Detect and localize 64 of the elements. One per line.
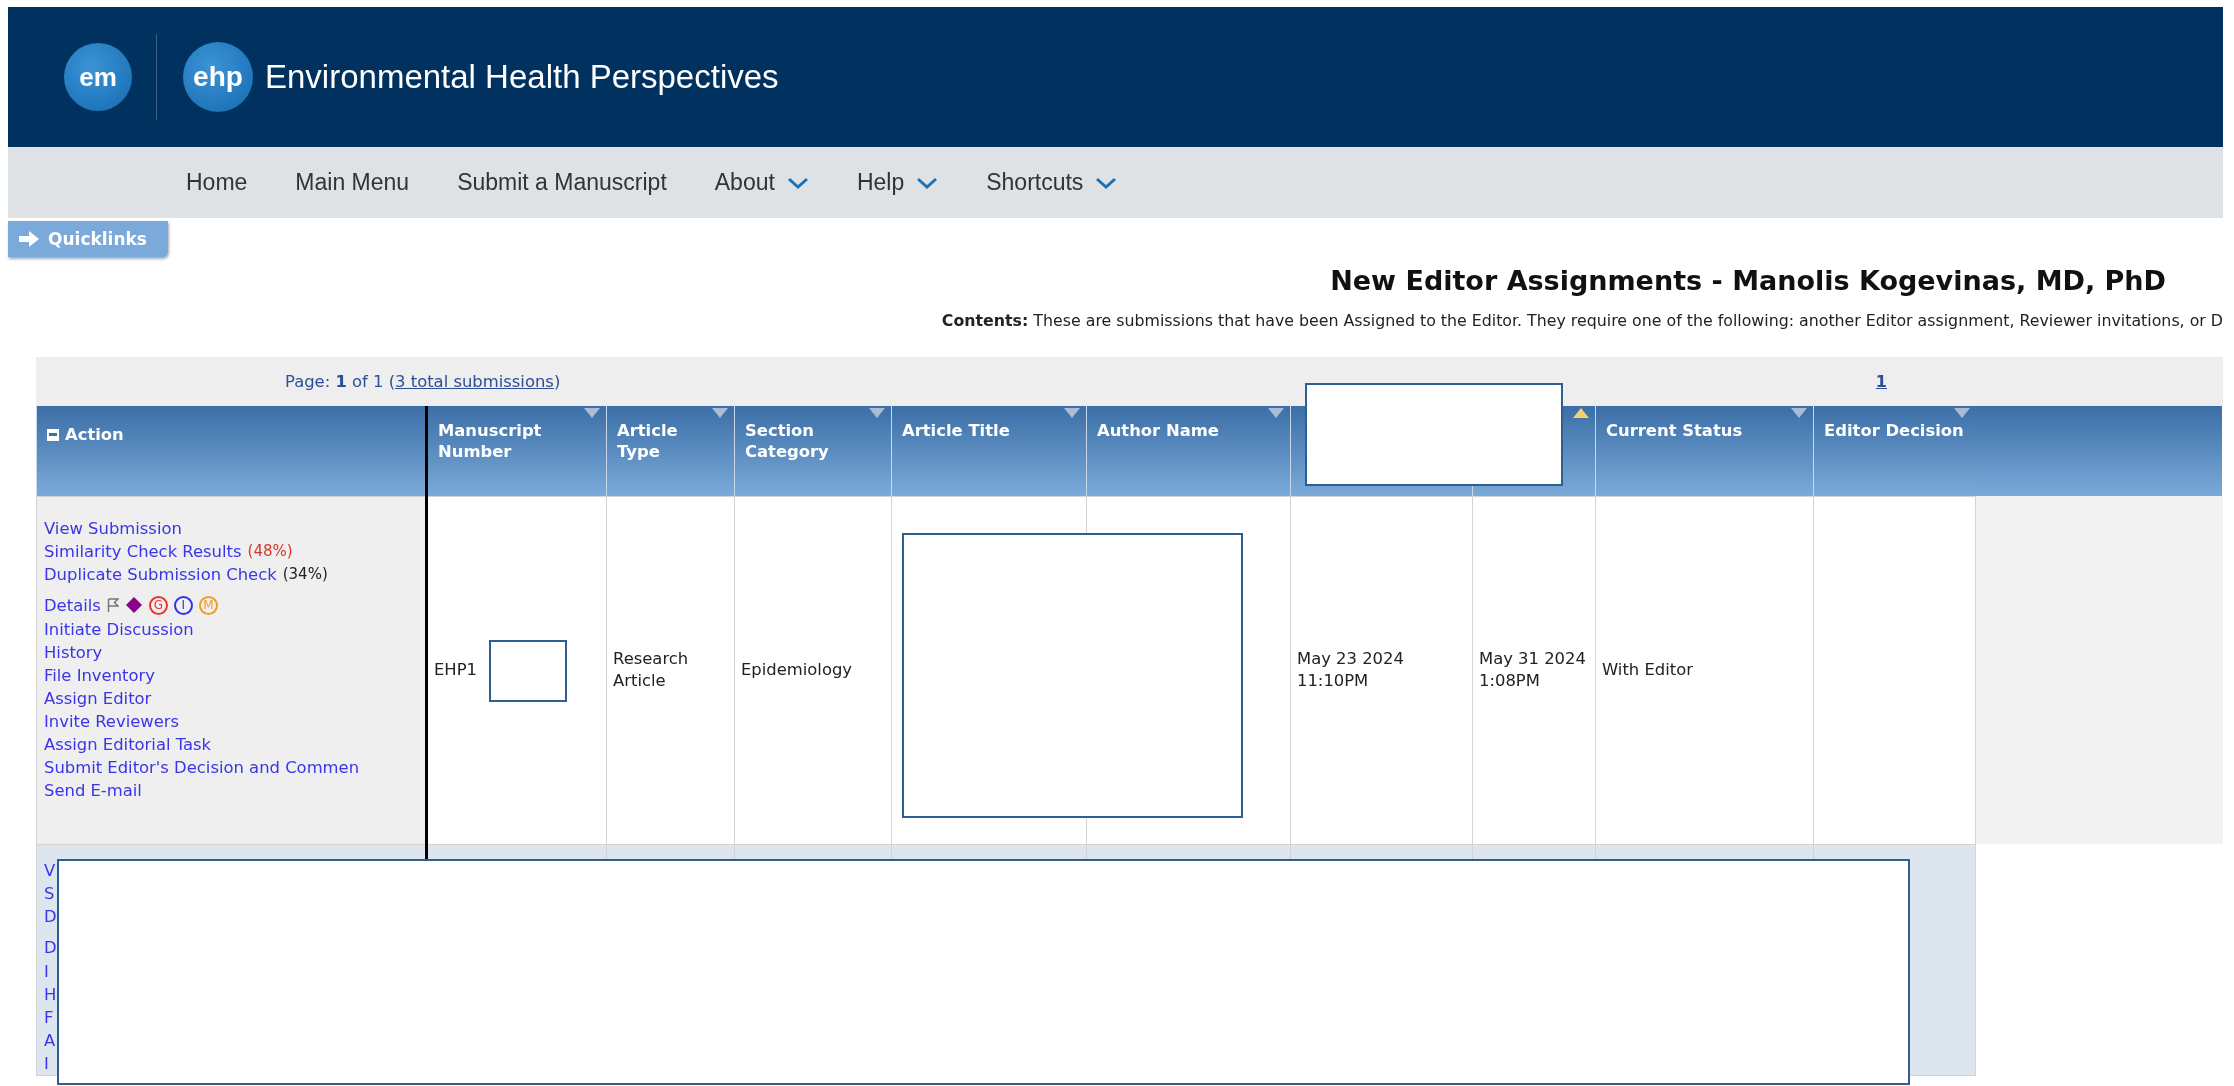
action-link[interactable]: Send E-mail	[44, 778, 142, 802]
action-link[interactable]: Submit Editor's Decision and Commen	[44, 755, 360, 779]
flag-icon[interactable]	[106, 597, 119, 613]
action-link[interactable]: D	[44, 935, 57, 959]
column-header[interactable]: Author Name	[1086, 406, 1291, 496]
diamond-icon[interactable]	[124, 596, 143, 614]
action-link[interactable]: D	[44, 904, 57, 928]
app-logo: em	[64, 43, 132, 111]
action-link[interactable]: Duplicate Submission Check	[44, 562, 277, 586]
action-link[interactable]: File Inventory	[44, 663, 155, 687]
sort-icon[interactable]	[712, 408, 728, 418]
nav-link[interactable]: Submit a Manuscript	[453, 163, 671, 202]
site-title: Environmental Health Perspectives	[265, 58, 779, 96]
percentage-text: (48%)	[247, 541, 293, 562]
contents-text: Contents: These are submissions that have been Assigned to the Editor. They require one of the following: another Editor assignment, Reviewer invitations, or D	[941, 310, 2223, 330]
table-cell: Research Article	[606, 496, 735, 844]
nav-link[interactable]: Help	[852, 163, 943, 202]
total-submissions-link[interactable]: 3 total submissions	[395, 372, 554, 391]
letter-badge[interactable]: G	[148, 595, 168, 615]
letter-badge[interactable]: I	[173, 595, 193, 615]
sort-icon[interactable]	[869, 408, 885, 418]
column-header[interactable]: Manuscript Number	[426, 406, 607, 496]
percentage-text: (34%)	[282, 564, 328, 585]
action-link[interactable]: View Submission	[44, 516, 182, 540]
action-link[interactable]: Invite Reviewers	[44, 709, 180, 733]
table-cell: With Editor	[1595, 496, 1814, 844]
sort-icon[interactable]	[1064, 408, 1080, 418]
nav-link[interactable]: Main Menu	[291, 163, 414, 202]
action-link[interactable]: A	[44, 1028, 56, 1052]
app-logo: ehp	[183, 42, 253, 112]
action-link[interactable]: Assign Editorial Task	[44, 732, 212, 756]
nav-link[interactable]: Home	[182, 163, 252, 202]
action-link[interactable]: F	[44, 1005, 54, 1029]
page-title: New Editor Assignments - Manolis Kogevinas, MD, PhD	[1330, 264, 2166, 296]
action-link[interactable]: H	[44, 982, 57, 1006]
table-cell: Epidemiology	[734, 496, 892, 844]
column-header[interactable]: Section Category	[734, 406, 892, 496]
sort-icon[interactable]	[1953, 408, 1970, 418]
manuscript-number: EHP1	[426, 496, 607, 844]
action-link[interactable]: Similarity Check Results	[44, 539, 242, 563]
nav-link[interactable]: About	[710, 163, 813, 202]
action-link[interactable]: V	[44, 858, 56, 882]
page-info: Page: 1 of 1 (3 total submissions)	[285, 372, 561, 391]
sort-icon[interactable]	[584, 408, 600, 418]
column-header[interactable]: Article Type	[606, 406, 735, 496]
table-cell: May 23 2024 11:10PM	[1290, 496, 1473, 844]
table-cell: May 31 2024 1:08PM	[1472, 496, 1596, 844]
action-link[interactable]: I	[44, 1051, 49, 1075]
action-link[interactable]: History	[44, 640, 103, 664]
action-link[interactable]: Assign Editor	[44, 686, 152, 710]
sort-icon[interactable]	[1573, 408, 1589, 418]
column-header: Action	[36, 406, 427, 496]
action-link[interactable]: S	[44, 881, 55, 905]
sort-icon[interactable]	[1791, 408, 1807, 418]
column-header[interactable]: Current Status	[1595, 406, 1814, 496]
column-header[interactable]: Article Title	[891, 406, 1087, 496]
action-link[interactable]: Details	[44, 593, 101, 617]
action-link[interactable]: Initiate Discussion	[44, 617, 194, 641]
sort-icon[interactable]	[1268, 408, 1284, 418]
column-header[interactable]: Editor Decision	[1813, 406, 1976, 496]
nav-link[interactable]: Shortcuts	[982, 163, 1122, 202]
action-link[interactable]: I	[44, 959, 49, 983]
page-link[interactable]: 1	[1875, 372, 1887, 391]
arrow-right-icon	[18, 230, 40, 248]
